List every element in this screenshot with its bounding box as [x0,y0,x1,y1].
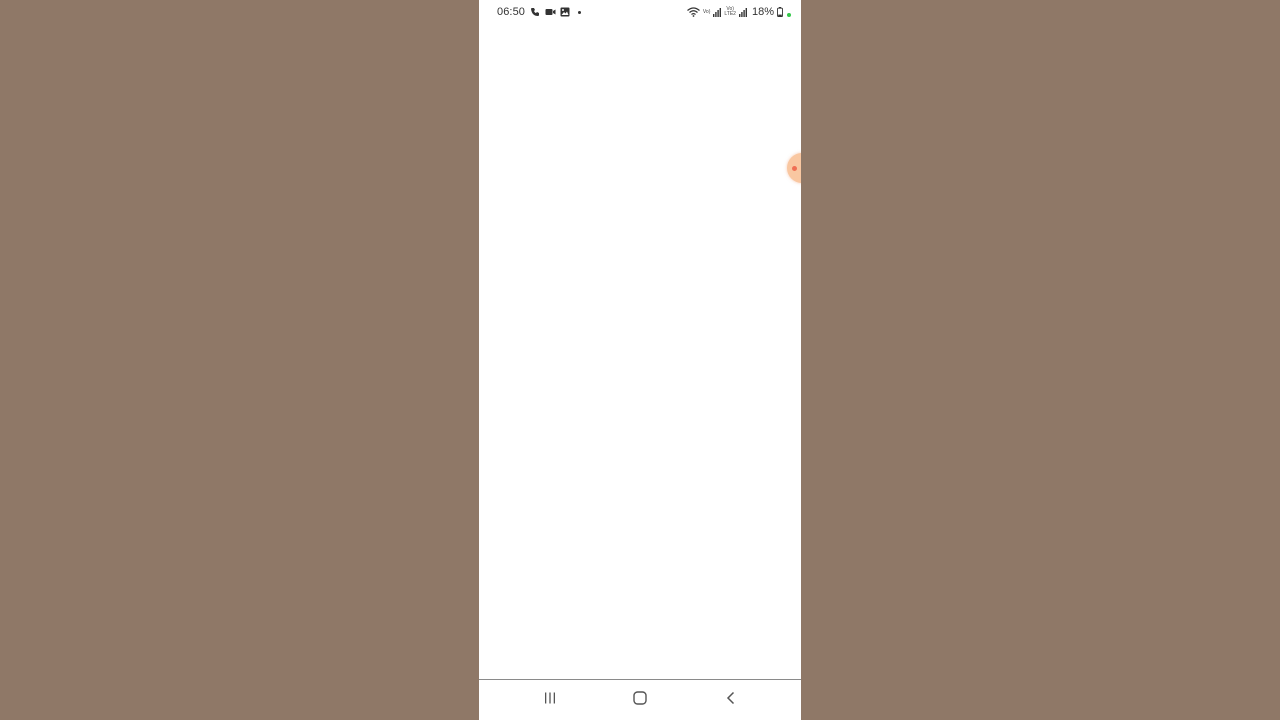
status-time: 06:50 [497,6,526,18]
notification-dot [578,10,582,14]
video-icon [545,7,556,17]
status-left: 06:50 [497,6,582,18]
recent-apps-icon [543,691,557,710]
battery-icon [777,7,783,17]
navigation-bar [479,680,801,720]
call-icon [530,7,540,17]
volte-icon: Vo) LTE2 [724,7,736,17]
phone-screen: 06:50 Vo) Vo) LTE2 18% [479,0,801,720]
status-bar: 06:50 Vo) Vo) LTE2 18% [479,0,801,25]
recent-apps-button[interactable] [538,688,562,712]
app-content-blank [479,25,801,679]
volte-bottom-label: LTE2 [724,11,736,17]
back-button[interactable] [719,688,743,712]
home-icon [632,690,648,711]
back-icon [724,691,738,710]
sim2-signal-icon [738,7,747,17]
home-button[interactable] [628,688,652,712]
bubble-dot-icon [792,166,797,171]
sim1-label: Vo) [702,8,711,15]
charging-indicator [787,13,791,17]
sim1-signal-icon [713,7,722,17]
battery-percent: 18% [751,6,774,18]
gallery-icon [560,7,570,17]
wifi-icon [686,7,700,17]
status-right: Vo) Vo) LTE2 18% [686,6,791,18]
